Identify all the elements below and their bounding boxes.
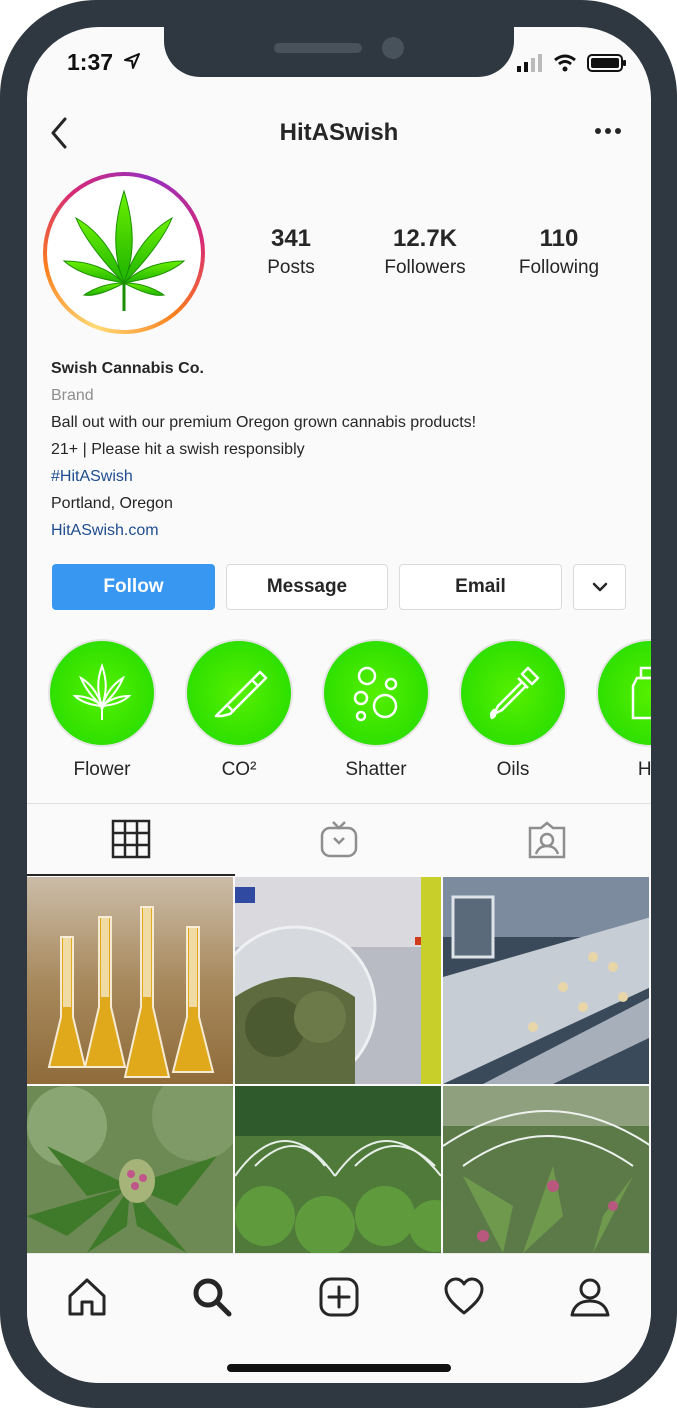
post-thumbnail[interactable] <box>443 877 649 1084</box>
vape-pen-icon <box>214 670 268 718</box>
tab-grid[interactable] <box>27 804 235 876</box>
nav-add-post[interactable] <box>314 1272 364 1322</box>
highlight-co2[interactable]: CO² <box>185 639 293 781</box>
followers-label: Followers <box>384 257 466 278</box>
bio-line-2: 21+ | Please hit a swish responsibly <box>51 441 305 458</box>
highlight-label: Shatter <box>345 759 407 780</box>
battery-icon <box>587 54 626 72</box>
dropper-icon <box>489 666 540 720</box>
profile-icon <box>570 1278 610 1317</box>
highlight-cover <box>322 639 430 747</box>
nav-home[interactable] <box>62 1272 112 1322</box>
location-arrow-icon <box>124 53 140 69</box>
highlight-cover <box>596 639 651 747</box>
lab-flasks-oil <box>27 877 233 1084</box>
avatar-image <box>47 176 201 330</box>
location-text: Portland, Oregon <box>51 495 173 512</box>
highlight-shatter[interactable]: Shatter <box>322 639 430 781</box>
profile-bio: Swish Cannabis Co. Brand Ball out with o… <box>51 355 476 544</box>
highlight-oils[interactable]: Oils <box>459 639 567 781</box>
post-grid <box>27 877 651 1256</box>
posts-value: 341 <box>270 225 312 252</box>
page-title: HitASwish <box>279 119 399 146</box>
follow-button[interactable]: Follow <box>52 564 215 610</box>
followers-count[interactable]: 12.7K Followers <box>360 225 490 279</box>
camera <box>382 37 404 59</box>
following-value: 110 <box>539 225 579 252</box>
nav-search[interactable] <box>187 1272 237 1322</box>
wifi-icon <box>554 54 576 72</box>
igtv-icon <box>320 821 358 858</box>
tab-igtv[interactable] <box>235 804 443 876</box>
grid-icon <box>111 819 151 859</box>
highlight-cover <box>48 639 156 747</box>
leaf-icon <box>72 663 132 720</box>
home-indicator[interactable] <box>227 1364 451 1372</box>
highlight-cover <box>185 639 293 747</box>
machinery <box>443 877 649 1084</box>
bottom-nav <box>27 1253 651 1383</box>
website-link[interactable]: HitASwish.com <box>51 517 476 544</box>
greenhouse-rows <box>235 1086 441 1256</box>
cannabis-plant-closeup <box>27 1086 233 1253</box>
signal-icon <box>517 54 542 72</box>
highlight-he[interactable]: He <box>596 639 651 781</box>
bio-line-1: Ball out with our premium Oregon grown c… <box>51 414 477 431</box>
screen: 1:37 HitASwish 341 Posts 12.7K Followers… <box>27 27 651 1383</box>
tab-tagged[interactable] <box>443 804 651 876</box>
search-icon <box>193 1278 232 1317</box>
glass-flask-flower <box>235 877 441 1084</box>
speaker <box>274 43 362 53</box>
email-button[interactable]: Email <box>399 564 562 610</box>
nav-activity[interactable] <box>439 1272 489 1322</box>
highlight-flower[interactable]: Flower <box>48 639 156 781</box>
message-button[interactable]: Message <box>226 564 388 610</box>
highlight-label: Oils <box>496 759 530 780</box>
add-post-icon <box>319 1277 359 1317</box>
heart-icon <box>444 1277 484 1315</box>
profile-name: Swish Cannabis Co. <box>51 360 204 377</box>
profile-tabs <box>27 803 651 876</box>
nav-profile[interactable] <box>565 1272 615 1322</box>
suggestions-dropdown-button[interactable] <box>573 564 626 610</box>
post-thumbnail[interactable] <box>235 877 441 1084</box>
home-icon <box>68 1278 106 1316</box>
cannabis-leaf-logo-icon <box>62 189 186 311</box>
posts-label: Posts <box>267 257 315 278</box>
status-icons <box>517 53 627 73</box>
posts-count[interactable]: 341 Posts <box>226 225 356 279</box>
bottle-icon <box>631 666 651 720</box>
avatar[interactable] <box>43 172 205 334</box>
more-options-icon[interactable] <box>595 127 621 135</box>
followers-value: 12.7K <box>392 225 458 252</box>
highlight-cover <box>459 639 567 747</box>
tagged-icon <box>528 821 566 859</box>
post-thumbnail[interactable] <box>27 877 233 1084</box>
hashtag-link[interactable]: #HitASwish <box>51 463 476 490</box>
notch <box>164 27 514 77</box>
chevron-down-icon <box>592 582 607 592</box>
profile-category: Brand <box>51 387 94 404</box>
highlight-label: Flower <box>73 759 131 780</box>
status-time: 1:37 <box>67 49 114 75</box>
following-label: Following <box>518 257 600 278</box>
highlight-label: CO² <box>221 759 257 780</box>
phone-frame: 1:37 HitASwish 341 Posts 12.7K Followers… <box>0 0 677 1408</box>
greenhouse-hoops <box>443 1086 649 1253</box>
bubbles-icon <box>353 666 398 722</box>
highlight-label: He <box>637 759 651 780</box>
following-count[interactable]: 110 Following <box>494 225 624 279</box>
